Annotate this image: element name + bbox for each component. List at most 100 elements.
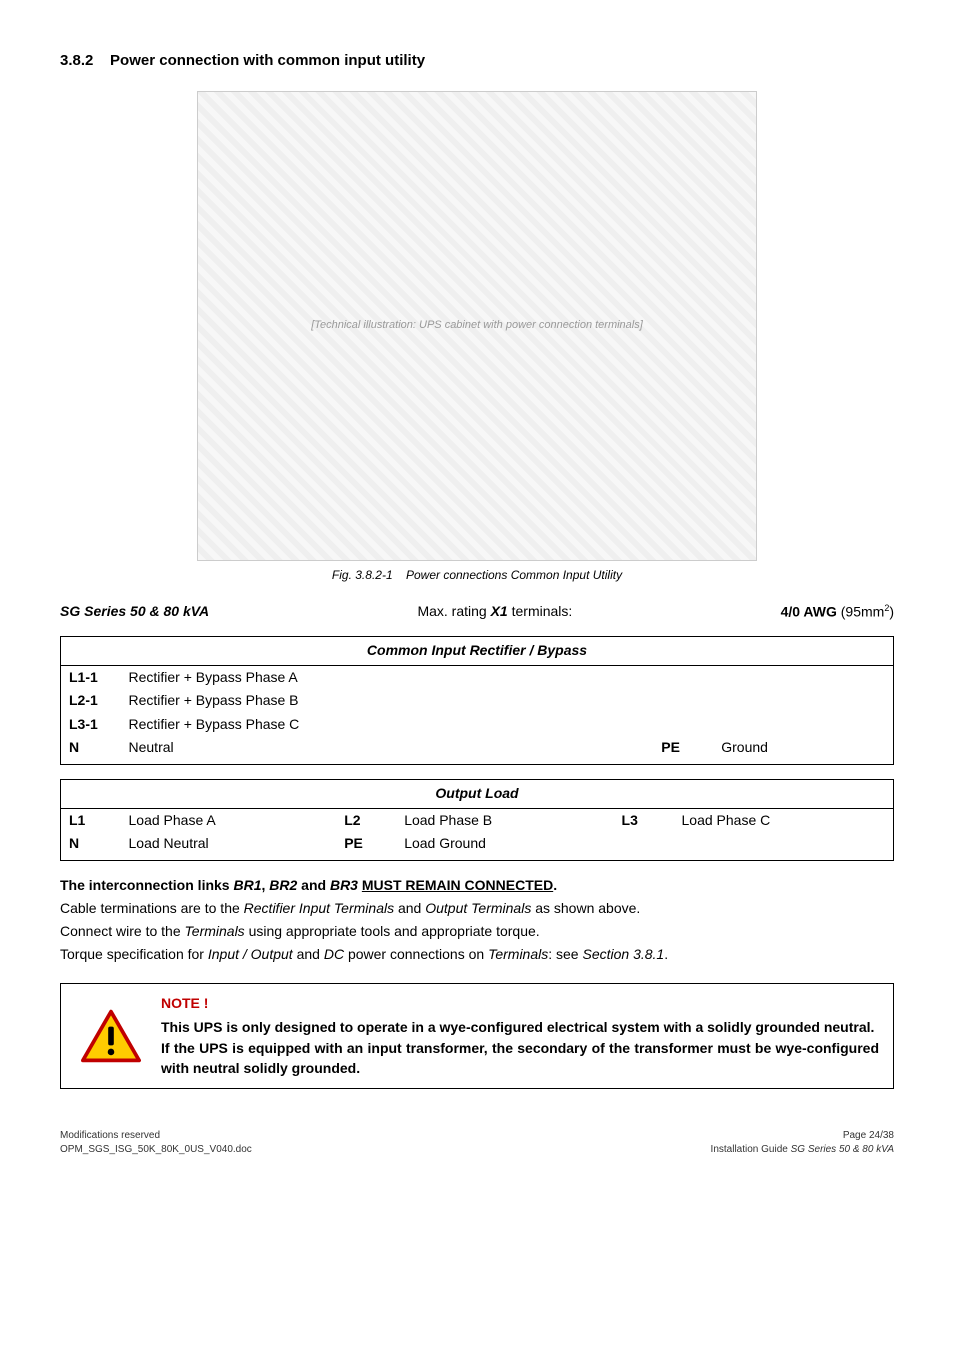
table-row: L1 Load Phase A L2 Load Phase B L3 Load … <box>61 808 894 832</box>
t1-r2-c3 <box>653 713 713 737</box>
table-output-load: Output Load L1 Load Phase A L2 Load Phas… <box>60 779 894 861</box>
p4-m1: and <box>293 946 324 962</box>
footer-left2: OPM_SGS_ISG_50K_80K_0US_V040.doc <box>60 1143 252 1157</box>
t1-r1-c4 <box>713 689 893 713</box>
p4-end: . <box>664 946 668 962</box>
t1-r3-c3: PE <box>653 736 713 764</box>
table-row: L3-1 Rectifier + Bypass Phase C <box>61 713 894 737</box>
p2-mid: and <box>394 900 425 916</box>
rating-mid: Max. rating X1 terminals: <box>417 602 572 622</box>
p3-pre: Connect wire to the <box>60 923 185 939</box>
p2-i1: Rectifier Input Terminals <box>244 900 394 916</box>
paragraph-4: Torque specification for Input / Output … <box>60 944 894 965</box>
p3-i1: Terminals <box>185 923 245 939</box>
table-row: N Load Neutral PE Load Ground <box>61 832 894 860</box>
section-heading: 3.8.2 Power connection with common input… <box>60 50 894 71</box>
note-title: NOTE ! <box>161 994 879 1014</box>
t1-r1-c1: L2-1 <box>61 689 121 713</box>
note-text: NOTE ! This UPS is only designed to oper… <box>161 984 893 1088</box>
p2-end: as shown above. <box>531 900 640 916</box>
p1-u: MUST REMAIN CONNECTED <box>362 877 553 893</box>
rating-line: SG Series 50 & 80 kVA Max. rating X1 ter… <box>60 602 894 622</box>
rating-mid-bold: X1 <box>491 603 508 619</box>
p4-m2: power connections on <box>344 946 488 962</box>
t1-r2-c2: Rectifier + Bypass Phase C <box>121 713 654 737</box>
table1-title: Common Input Rectifier / Bypass <box>61 637 894 666</box>
table-common-input: Common Input Rectifier / Bypass L1-1 Rec… <box>60 636 894 765</box>
rating-model: SG Series 50 & 80 kVA <box>60 602 209 622</box>
t2-r0-c1: L1 <box>61 808 121 832</box>
t1-r0-c1: L1-1 <box>61 665 121 689</box>
t2-r0-c6: Load Phase C <box>674 808 894 832</box>
rating-unit-close: ) <box>889 603 894 619</box>
footer-right1: Page 24/38 <box>711 1129 894 1143</box>
footer-left1: Modifications reserved <box>60 1129 252 1143</box>
p1-s2: and <box>297 877 330 893</box>
section-number: 3.8.2 <box>60 52 93 69</box>
t1-r2-c4 <box>713 713 893 737</box>
note-icon-cell <box>61 984 161 1088</box>
rating-mid-pre: Max. rating <box>417 603 490 619</box>
t2-r1-c2: Load Neutral <box>121 832 337 860</box>
page-footer: Modifications reserved OPM_SGS_ISG_50K_8… <box>60 1129 894 1157</box>
p1-b3: BR3 <box>330 877 358 893</box>
t2-r0-c4: Load Phase B <box>396 808 613 832</box>
p4-m3: : see <box>548 946 582 962</box>
t1-r0-c2: Rectifier + Bypass Phase A <box>121 665 654 689</box>
note-box: NOTE ! This UPS is only designed to oper… <box>60 983 894 1089</box>
rating-mid-post: terminals: <box>508 603 573 619</box>
p4-i1: Input / Output <box>208 946 293 962</box>
t2-r1-c5 <box>614 832 674 860</box>
footer-right2-i: SG Series 50 & 80 kVA <box>791 1144 894 1155</box>
rating-right: 4/0 AWG (95mm2) <box>781 602 894 622</box>
p3-end: using appropriate tools and appropriate … <box>245 923 540 939</box>
footer-right: Page 24/38 Installation Guide SG Series … <box>711 1129 894 1157</box>
paragraph-2: Cable terminations are to the Rectifier … <box>60 898 894 919</box>
p2-pre: Cable terminations are to the <box>60 900 244 916</box>
warning-icon <box>81 1009 141 1063</box>
t1-r3-c1: N <box>61 736 121 764</box>
t2-r0-c3: L2 <box>336 808 396 832</box>
t1-r1-c2: Rectifier + Bypass Phase B <box>121 689 654 713</box>
figure-image: [Technical illustration: UPS cabinet wit… <box>197 91 757 561</box>
t2-r1-c6 <box>674 832 894 860</box>
footer-left: Modifications reserved OPM_SGS_ISG_50K_8… <box>60 1129 252 1157</box>
t1-r3-c2: Neutral <box>121 736 654 764</box>
rating-awg: 4/0 AWG <box>781 603 837 619</box>
table-row: L1-1 Rectifier + Bypass Phase A <box>61 665 894 689</box>
t1-r0-c3 <box>653 665 713 689</box>
t1-r1-c3 <box>653 689 713 713</box>
t2-r0-c5: L3 <box>614 808 674 832</box>
p4-pre: Torque specification for <box>60 946 208 962</box>
t1-r2-c1: L3-1 <box>61 713 121 737</box>
p1-pre: The interconnection links <box>60 877 233 893</box>
p1-end: . <box>553 877 557 893</box>
p4-i3: Terminals <box>488 946 548 962</box>
paragraph-1: The interconnection links BR1, BR2 and B… <box>60 875 894 896</box>
figure-caption: Fig. 3.8.2-1 Power connections Common In… <box>332 567 622 584</box>
table-row: L2-1 Rectifier + Bypass Phase B <box>61 689 894 713</box>
t2-r0-c2: Load Phase A <box>121 808 337 832</box>
figure-area: [Technical illustration: UPS cabinet wit… <box>60 91 894 584</box>
p4-i2: DC <box>324 946 344 962</box>
t2-r1-c3: PE <box>336 832 396 860</box>
rating-unit-open: (95mm <box>837 603 884 619</box>
t2-r1-c1: N <box>61 832 121 860</box>
p1-b2: BR2 <box>269 877 297 893</box>
t2-r1-c4: Load Ground <box>396 832 613 860</box>
section-title: Power connection with common input utili… <box>110 52 425 69</box>
p1-b1: BR1 <box>233 877 261 893</box>
note-body-1: This UPS is only designed to operate in … <box>161 1017 879 1037</box>
footer-right2-pre: Installation Guide <box>711 1144 791 1155</box>
note-body-2: If the UPS is equipped with an input tra… <box>161 1038 879 1079</box>
t1-r3-c4: Ground <box>713 736 893 764</box>
footer-right2: Installation Guide SG Series 50 & 80 kVA <box>711 1143 894 1157</box>
figure-caption-text: Power connections Common Input Utility <box>406 568 622 582</box>
figure-caption-prefix: Fig. 3.8.2-1 <box>332 568 393 582</box>
paragraph-3: Connect wire to the Terminals using appr… <box>60 921 894 942</box>
p2-i2: Output Terminals <box>425 900 531 916</box>
figure-placeholder-text: [Technical illustration: UPS cabinet wit… <box>311 318 643 333</box>
table-row: N Neutral PE Ground <box>61 736 894 764</box>
table2-title: Output Load <box>61 780 894 809</box>
p4-i4: Section 3.8.1 <box>582 946 664 962</box>
